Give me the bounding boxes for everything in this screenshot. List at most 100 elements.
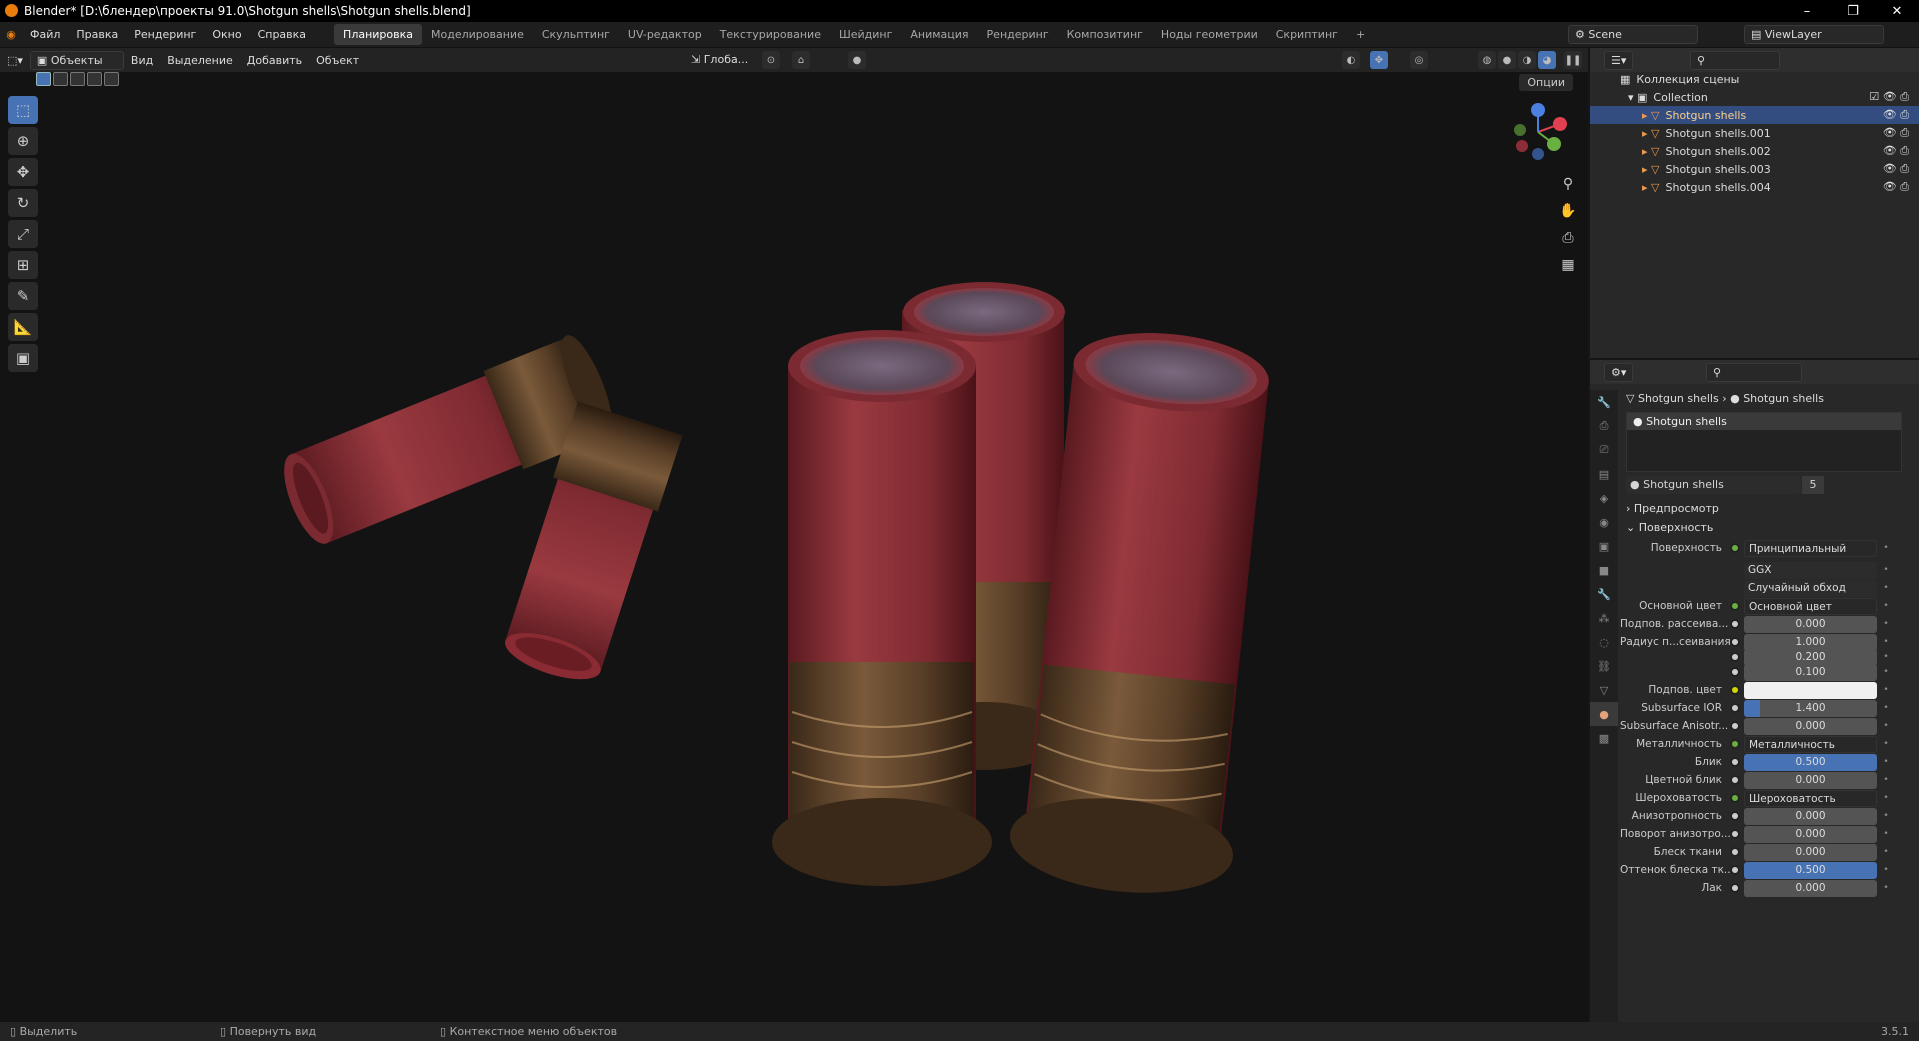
material-shading-icon[interactable]: ◑ — [1518, 51, 1536, 69]
editor-type-icon[interactable]: ⬚▾ — [0, 52, 30, 69]
transform-orientation-dropdown[interactable]: ⇲ Глоба... — [684, 51, 755, 68]
socket-icon[interactable] — [1730, 793, 1740, 803]
select-box-tool-icon[interactable]: ⬚ — [8, 96, 38, 124]
panel-surface-header[interactable]: ⌄ Поверхность — [1626, 521, 1713, 534]
tool-tab-icon[interactable]: 🔧 — [1590, 390, 1618, 414]
prop-value-field[interactable]: Шероховатость — [1744, 789, 1877, 807]
socket-icon[interactable] — [1730, 667, 1740, 677]
menu-help[interactable]: Справка — [250, 28, 314, 41]
outliner-item-1[interactable]: ▸ ▽ Shotgun shells.001 👁 ⎙ — [1590, 124, 1919, 142]
keyframe-dot-icon[interactable]: • — [1881, 583, 1891, 593]
keyframe-dot-icon[interactable]: • — [1881, 543, 1891, 553]
tab-uv-editing[interactable]: UV-редактор — [619, 24, 711, 45]
measure-tool-icon[interactable]: 📐 — [8, 313, 38, 341]
keyframe-dot-icon[interactable]: • — [1881, 829, 1891, 839]
pause-render-icon[interactable]: ❚❚ — [1564, 51, 1582, 69]
socket-icon[interactable] — [1730, 883, 1740, 893]
material-name-field[interactable]: ● Shotgun shells — [1626, 476, 1801, 494]
menu-window[interactable]: Окно — [204, 28, 249, 41]
item-visibility-icon[interactable]: 👁 ⎙ — [1883, 108, 1909, 122]
socket-icon[interactable] — [1730, 865, 1740, 875]
render-tab-icon[interactable]: ⎙ — [1590, 414, 1618, 438]
tab-scripting[interactable]: Скриптинг — [1267, 24, 1347, 45]
socket-icon[interactable] — [1730, 685, 1740, 695]
prop-value-field[interactable]: GGX — [1744, 561, 1877, 579]
material-slot-list[interactable]: ● Shotgun shells — [1626, 412, 1902, 472]
ortho-grid-icon[interactable]: ▦ — [1558, 257, 1578, 277]
rotate-tool-icon[interactable]: ↻ — [8, 189, 38, 217]
physics-tab-icon[interactable]: ◌ — [1590, 630, 1618, 654]
collection-tab-icon[interactable]: ▣ — [1590, 534, 1618, 558]
keyframe-dot-icon[interactable]: • — [1881, 565, 1891, 575]
prop-value-field[interactable]: 0.500 — [1744, 753, 1877, 771]
properties-editor-type-icon[interactable]: ⚙▾ — [1604, 363, 1634, 382]
prop-value-field[interactable]: 0.000 — [1744, 807, 1877, 825]
prop-value-field[interactable]: 0.100 — [1744, 663, 1877, 681]
material-tab-icon[interactable]: ● — [1590, 702, 1618, 726]
keyframe-dot-icon[interactable]: • — [1881, 619, 1891, 629]
menu-select[interactable]: Выделение — [160, 52, 240, 69]
3d-viewport[interactable] — [0, 72, 1588, 1022]
outliner-search-input[interactable]: ⚲ — [1690, 51, 1780, 70]
prop-value-field[interactable]: Случайный обход — [1744, 579, 1877, 597]
outliner-editor-type-icon[interactable]: ☰▾ — [1604, 51, 1634, 70]
keyframe-dot-icon[interactable]: • — [1881, 865, 1891, 875]
solid-shading-icon[interactable]: ● — [1498, 51, 1516, 69]
keyframe-dot-icon[interactable]: • — [1881, 703, 1891, 713]
socket-icon[interactable] — [1730, 775, 1740, 785]
socket-icon[interactable] — [1730, 847, 1740, 857]
texture-tab-icon[interactable]: ▩ — [1590, 726, 1618, 750]
keyframe-dot-icon[interactable]: • — [1881, 793, 1891, 803]
cursor-tool-icon[interactable]: ⊕ — [8, 127, 38, 155]
tab-sculpting[interactable]: Скульптинг — [533, 24, 619, 45]
socket-icon[interactable] — [1730, 721, 1740, 731]
keyframe-dot-icon[interactable]: • — [1881, 847, 1891, 857]
item-visibility-icon[interactable]: 👁 ⎙ — [1883, 126, 1909, 140]
mode-dropdown[interactable]: ▣ Объекты — [29, 50, 124, 70]
outliner-item-4[interactable]: ▸ ▽ Shotgun shells.004 👁 ⎙ — [1590, 178, 1919, 196]
add-cube-tool-icon[interactable]: ▣ — [8, 344, 38, 372]
world-tab-icon[interactable]: ◉ — [1590, 510, 1618, 534]
pivot-icon[interactable]: ⊙ — [762, 51, 780, 69]
maximize-button[interactable]: ❐ — [1830, 0, 1876, 22]
tab-layout[interactable]: Планировка — [334, 24, 423, 45]
tab-rendering[interactable]: Рендеринг — [978, 24, 1058, 45]
menu-view[interactable]: Вид — [124, 52, 160, 69]
navigation-gizmo[interactable] — [1508, 102, 1568, 162]
tab-animation[interactable]: Анимация — [901, 24, 977, 45]
collection-visibility-icon[interactable]: ☑ 👁 ⎙ — [1869, 90, 1909, 104]
prop-value-field[interactable]: 0.000 — [1744, 717, 1877, 735]
select-intersect-icon[interactable] — [104, 72, 119, 86]
socket-icon[interactable] — [1730, 757, 1740, 767]
socket-icon[interactable] — [1730, 811, 1740, 821]
menu-file[interactable]: Файл — [22, 28, 68, 41]
pan-hand-icon[interactable]: ✋ — [1558, 203, 1578, 223]
prop-value-field[interactable]: Металличность — [1744, 735, 1877, 753]
prop-value-field[interactable] — [1744, 681, 1877, 699]
socket-icon[interactable] — [1730, 703, 1740, 713]
add-workspace-button[interactable]: + — [1347, 24, 1374, 45]
material-users-count[interactable]: 5 — [1802, 476, 1824, 494]
menu-add[interactable]: Добавить — [240, 52, 309, 69]
outliner-collection[interactable]: ▾ ▣ Collection ☑ 👁 ⎙ — [1590, 88, 1919, 106]
keyframe-dot-icon[interactable]: • — [1881, 685, 1891, 695]
minimize-button[interactable]: – — [1784, 0, 1830, 22]
keyframe-dot-icon[interactable]: • — [1881, 757, 1891, 767]
prop-value-field[interactable]: 0.000 — [1744, 825, 1877, 843]
material-slot-row[interactable]: ● Shotgun shells — [1627, 413, 1901, 430]
keyframe-dot-icon[interactable]: • — [1881, 601, 1891, 611]
transform-tool-icon[interactable]: ⊞ — [8, 251, 38, 279]
scene-selector[interactable]: ⚙ Scene — [1568, 25, 1698, 44]
select-extend-icon[interactable] — [53, 72, 68, 86]
outliner-item-0[interactable]: ▸ ▽ Shotgun shells 👁 ⎙ — [1590, 106, 1919, 124]
socket-icon[interactable] — [1730, 739, 1740, 749]
rendered-shading-icon[interactable]: ◕ — [1538, 51, 1556, 69]
camera-view-icon[interactable]: ⎙ — [1558, 230, 1578, 250]
socket-icon[interactable] — [1730, 601, 1740, 611]
socket-icon[interactable] — [1730, 652, 1740, 662]
gizmo-toggle-icon[interactable]: ✥ — [1370, 51, 1388, 69]
prop-value-field[interactable]: Принципиальный BSDF — [1744, 539, 1877, 557]
select-new-icon[interactable] — [36, 72, 51, 86]
snap-icon[interactable]: ⌂ — [792, 51, 810, 69]
viewlayer-selector[interactable]: ▤ ViewLayer — [1744, 25, 1884, 44]
